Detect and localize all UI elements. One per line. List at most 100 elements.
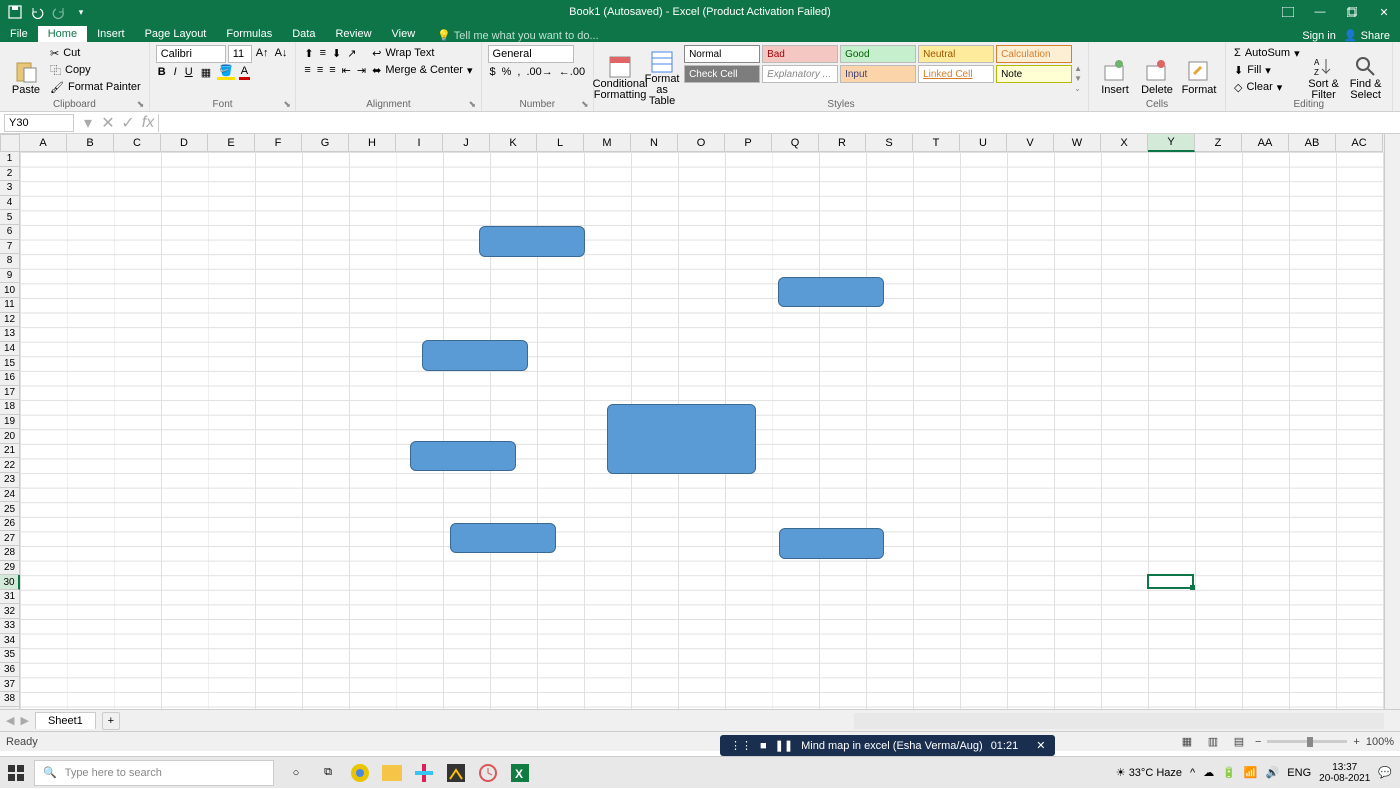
shape-1[interactable] — [479, 226, 585, 257]
row-header-18[interactable]: 18 — [0, 400, 20, 415]
volume-icon[interactable]: 🔊 — [1266, 766, 1280, 779]
start-button[interactable] — [0, 757, 32, 789]
tab-formulas[interactable]: Formulas — [216, 26, 282, 42]
excel-icon[interactable]: X — [506, 759, 534, 787]
action-center-icon[interactable]: 💬 — [1378, 766, 1392, 779]
tab-file[interactable]: File — [0, 26, 38, 42]
shape-3[interactable] — [422, 340, 528, 371]
zoom-level[interactable]: 100% — [1366, 736, 1394, 748]
styles-more-icon[interactable]: ⌄ — [1074, 84, 1082, 93]
row-header-32[interactable]: 32 — [0, 604, 20, 619]
shape-5[interactable] — [410, 441, 516, 471]
col-header-F[interactable]: F — [255, 134, 302, 152]
row-header-4[interactable]: 4 — [0, 196, 20, 211]
row-header-14[interactable]: 14 — [0, 342, 20, 357]
clipboard-launcher-icon[interactable]: ⬊ — [137, 99, 147, 109]
row-header-1[interactable]: 1 — [0, 152, 20, 167]
maximize-icon[interactable] — [1336, 0, 1368, 24]
tray-chevron-icon[interactable]: ^ — [1190, 767, 1195, 779]
increase-indent-icon[interactable]: ⇥ — [355, 62, 368, 78]
sheet-next-icon[interactable]: ▶ — [20, 714, 28, 727]
row-header-10[interactable]: 10 — [0, 283, 20, 298]
signin-link[interactable]: Sign in — [1302, 30, 1336, 42]
decrease-decimal-icon[interactable]: ←.00 — [557, 64, 587, 80]
font-launcher-icon[interactable]: ⬊ — [283, 99, 293, 109]
undo-icon[interactable] — [28, 3, 46, 21]
row-header-20[interactable]: 20 — [0, 429, 20, 444]
row-header-27[interactable]: 27 — [0, 531, 20, 546]
col-header-S[interactable]: S — [866, 134, 913, 152]
copy-button[interactable]: ⿻Copy — [48, 62, 143, 78]
row-header-34[interactable]: 34 — [0, 634, 20, 649]
decrease-font-icon[interactable]: A↓ — [273, 45, 290, 61]
col-header-L[interactable]: L — [537, 134, 584, 152]
bold-button[interactable]: B — [156, 64, 168, 80]
style-input[interactable]: Input — [840, 65, 916, 83]
notification-close-icon[interactable]: ✕ — [1036, 739, 1045, 752]
align-right-icon[interactable]: ≡ — [327, 62, 337, 78]
tab-insert[interactable]: Insert — [87, 26, 135, 42]
redo-icon[interactable] — [50, 3, 68, 21]
styles-down-icon[interactable]: ▼ — [1074, 74, 1082, 83]
style-good[interactable]: Good — [840, 45, 916, 63]
row-header-29[interactable]: 29 — [0, 561, 20, 576]
fill-color-icon[interactable]: 🪣 — [217, 64, 235, 80]
row-header-2[interactable]: 2 — [0, 167, 20, 182]
fx-icon[interactable]: fx — [138, 114, 158, 132]
tab-page-layout[interactable]: Page Layout — [135, 26, 217, 42]
chrome-icon[interactable] — [346, 759, 374, 787]
row-header-16[interactable]: 16 — [0, 371, 20, 386]
weather-widget[interactable]: ☀ 33°C Haze — [1116, 766, 1182, 779]
row-header-15[interactable]: 15 — [0, 356, 20, 371]
percent-icon[interactable]: % — [500, 64, 514, 80]
col-header-C[interactable]: C — [114, 134, 161, 152]
col-header-K[interactable]: K — [490, 134, 537, 152]
align-center-icon[interactable]: ≡ — [315, 62, 325, 78]
align-middle-icon[interactable]: ≡ — [318, 45, 328, 61]
row-header-19[interactable]: 19 — [0, 415, 20, 430]
row-header-23[interactable]: 23 — [0, 473, 20, 488]
new-sheet-icon[interactable]: + — [102, 712, 120, 730]
col-header-R[interactable]: R — [819, 134, 866, 152]
col-header-N[interactable]: N — [631, 134, 678, 152]
active-cell[interactable] — [1147, 574, 1194, 589]
col-header-B[interactable]: B — [67, 134, 114, 152]
col-header-A[interactable]: A — [20, 134, 67, 152]
minimize-icon[interactable]: — — [1304, 0, 1336, 24]
vertical-scrollbar[interactable] — [1384, 134, 1400, 709]
cancel-icon[interactable]: ✕ — [98, 113, 118, 133]
cut-button[interactable]: ✂Cut — [48, 45, 143, 61]
row-header-12[interactable]: 12 — [0, 313, 20, 328]
col-header-M[interactable]: M — [584, 134, 631, 152]
enter-icon[interactable]: ✓ — [118, 113, 138, 133]
font-color-icon[interactable]: A — [239, 64, 250, 80]
close-icon[interactable]: ✕ — [1368, 0, 1400, 24]
col-header-J[interactable]: J — [443, 134, 490, 152]
decrease-indent-icon[interactable]: ⇤ — [340, 62, 353, 78]
orientation-icon[interactable]: ↗ — [345, 45, 358, 61]
align-bottom-icon[interactable]: ⬇ — [330, 45, 343, 61]
style-neutral[interactable]: Neutral — [918, 45, 994, 63]
row-header-26[interactable]: 26 — [0, 517, 20, 532]
autosum-button[interactable]: ΣAutoSum ▾ — [1232, 45, 1302, 61]
col-header-U[interactable]: U — [960, 134, 1007, 152]
task-view-icon[interactable]: ⧉ — [314, 759, 342, 787]
currency-icon[interactable]: $ — [488, 64, 498, 80]
row-header-11[interactable]: 11 — [0, 298, 20, 313]
wifi-icon[interactable]: 📶 — [1244, 766, 1258, 779]
battery-icon[interactable]: 🔋 — [1222, 766, 1236, 779]
style-calculation[interactable]: Calculation — [996, 45, 1072, 63]
font-name-combo[interactable]: Calibri — [156, 45, 226, 63]
app-icon-2[interactable] — [474, 759, 502, 787]
col-header-Y[interactable]: Y — [1148, 134, 1195, 152]
stop-icon[interactable]: ■ — [760, 740, 767, 752]
style-check-cell[interactable]: Check Cell — [684, 65, 760, 83]
row-header-33[interactable]: 33 — [0, 619, 20, 634]
borders-icon[interactable]: ▦ — [199, 64, 213, 80]
col-header-G[interactable]: G — [302, 134, 349, 152]
underline-button[interactable]: U — [183, 64, 195, 80]
col-header-T[interactable]: T — [913, 134, 960, 152]
style-note[interactable]: Note — [996, 65, 1072, 83]
onedrive-icon[interactable]: ☁ — [1203, 766, 1214, 779]
row-header-31[interactable]: 31 — [0, 590, 20, 605]
